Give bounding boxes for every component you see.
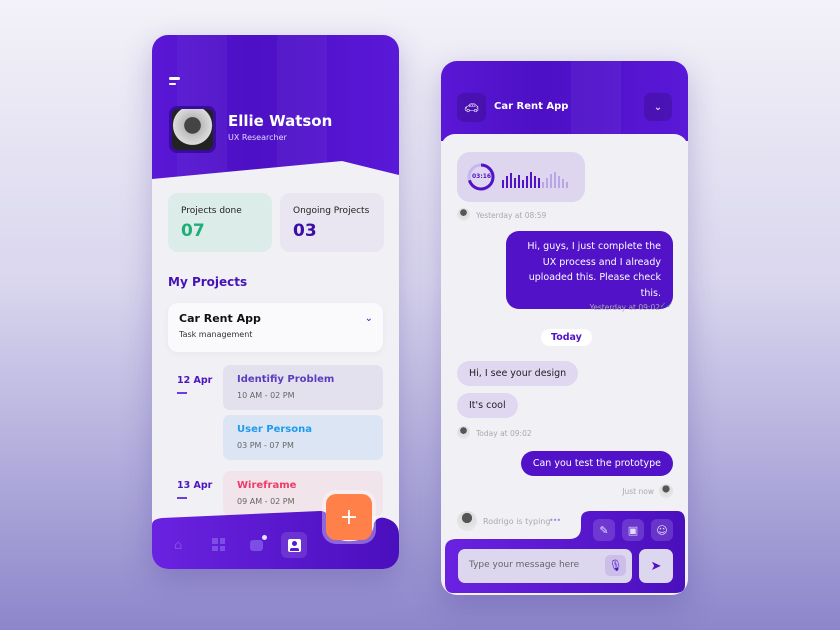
wave-bar	[514, 178, 516, 188]
wave-bar	[566, 182, 568, 188]
stat-value: 03	[293, 221, 317, 241]
wave-bar	[550, 174, 552, 188]
stat-label: Projects done	[181, 206, 242, 216]
avatar	[457, 208, 470, 221]
projects-screen: Ellie Watson UX Researcher Projects done…	[152, 35, 399, 569]
wave-bar	[518, 175, 520, 188]
image-icon[interactable]: ▣	[622, 519, 644, 541]
date-label: 12 Apr	[177, 375, 212, 394]
wave-bar	[530, 172, 532, 188]
task-name: Identifiy Problem	[237, 374, 335, 385]
stat-label: Ongoing Projects	[293, 206, 370, 216]
section-title: My Projects	[168, 275, 248, 289]
read-check-icon: ✓✓	[659, 301, 673, 310]
wave-bar	[510, 173, 512, 188]
header-curve	[152, 161, 399, 195]
input-placeholder: Type your message here	[469, 560, 580, 570]
date-divider: Today	[541, 329, 592, 346]
message-bubble: It's cool	[457, 393, 518, 418]
wave-bar	[534, 176, 536, 188]
car-icon: 🚗︎	[457, 93, 486, 122]
wave-bar	[538, 178, 540, 188]
date-label: 13 Apr	[177, 480, 212, 499]
wave-bar	[554, 172, 556, 188]
wave-bar	[546, 178, 548, 188]
waveform	[502, 166, 568, 188]
message-meta: Yesterday at 08:59	[476, 211, 547, 220]
stat-ongoing-projects[interactable]: Ongoing Projects 03	[280, 193, 384, 252]
message-bubble: Can you test the prototype	[520, 451, 673, 476]
task-card[interactable]: Identifiy Problem 10 AM - 02 PM	[223, 365, 383, 410]
message-meta: Just now	[622, 487, 654, 496]
wave-bar	[542, 182, 544, 188]
stat-projects-done[interactable]: Projects done 07	[168, 193, 272, 252]
wave-bar	[562, 179, 564, 188]
profile-role: UX Researcher	[228, 133, 287, 142]
chat-title: Car Rent App	[494, 101, 569, 112]
project-title: Car Rent App	[179, 312, 261, 325]
dashboard-icon[interactable]	[212, 538, 225, 551]
message-meta: Today at 09:02	[476, 429, 532, 438]
chevron-down-icon[interactable]: ⌄	[644, 93, 672, 121]
message-meta: Yesterday at 09:02	[589, 303, 660, 312]
chevron-down-icon: ⌄	[364, 313, 373, 324]
profile-icon[interactable]	[281, 532, 307, 558]
task-time: 10 AM - 02 PM	[237, 391, 295, 400]
task-time: 03 PM - 07 PM	[237, 441, 294, 450]
microphone-icon[interactable]: 🎙︎	[605, 555, 626, 576]
chat-icon[interactable]	[250, 535, 267, 551]
project-select[interactable]: Car Rent App Task management ⌄	[168, 303, 383, 352]
message-bubble: Hi, I see your design	[457, 361, 579, 386]
task-card[interactable]: User Persona 03 PM - 07 PM	[223, 415, 383, 460]
wave-bar	[506, 176, 508, 188]
task-name: User Persona	[237, 424, 312, 435]
emoji-icon[interactable]: ☺	[651, 519, 673, 541]
wave-bar	[558, 176, 560, 188]
chat-screen: 🚗︎ Car Rent App ⌄ 03:16 Yesterday at 08:…	[441, 61, 688, 595]
task-name: Wireframe	[237, 480, 297, 491]
voice-duration: 03:16	[472, 173, 492, 180]
menu-icon[interactable]	[169, 77, 180, 85]
avatar	[659, 484, 673, 498]
project-subtitle: Task management	[179, 330, 253, 339]
wave-bar	[526, 176, 528, 188]
wave-bar	[522, 180, 524, 188]
send-button[interactable]: ➤	[639, 549, 673, 583]
profile-name: Ellie Watson	[228, 112, 333, 130]
avatar	[169, 106, 216, 153]
attach-icon[interactable]: ✎	[593, 519, 615, 541]
add-button[interactable]: +	[326, 494, 372, 540]
message-input[interactable]: Type your message here 🎙︎	[458, 549, 632, 583]
home-icon[interactable]: ⌂	[174, 538, 182, 553]
voice-message[interactable]: 03:16	[457, 152, 585, 202]
stat-value: 07	[181, 221, 205, 241]
avatar	[457, 426, 470, 439]
message-bubble: Hi, guys, I just complete the UX process…	[506, 231, 673, 309]
wave-bar	[502, 180, 504, 188]
